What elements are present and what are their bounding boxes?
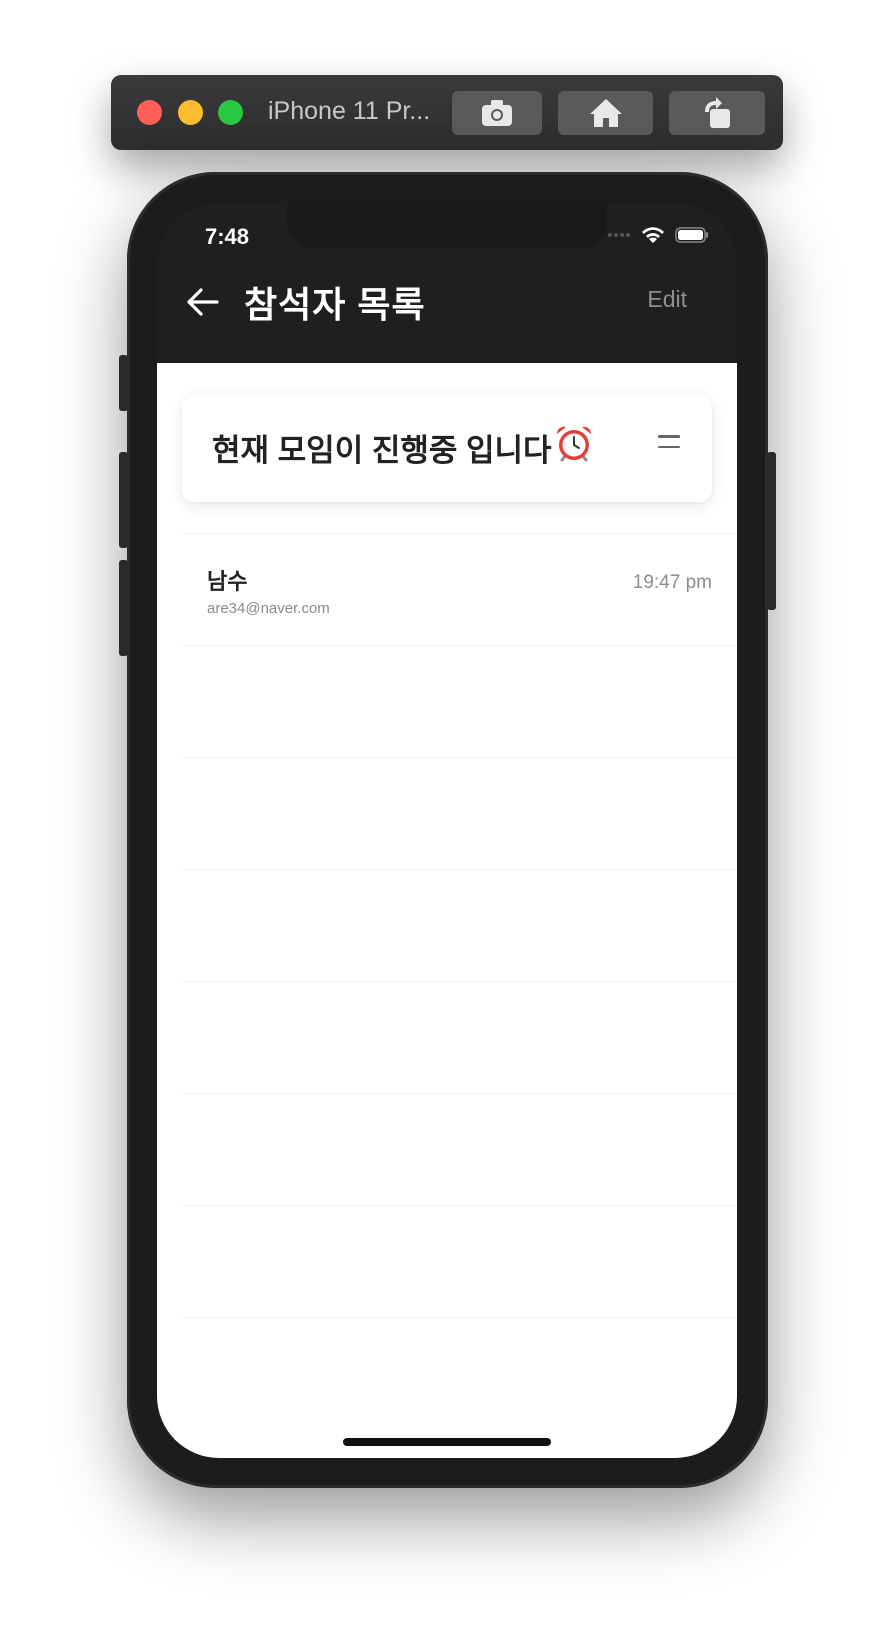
attendee-row-empty: [182, 757, 737, 869]
attendee-row-empty: [182, 869, 737, 981]
attendee-name: 남수: [207, 569, 248, 594]
volume-down-button: [119, 560, 128, 656]
power-button: [767, 452, 776, 610]
handle-line: [658, 445, 680, 448]
rotate-button[interactable]: [669, 91, 765, 135]
attendee-email: are34@naver.com: [207, 600, 330, 617]
screenshot-button[interactable]: [452, 91, 542, 135]
home-icon: [589, 99, 622, 127]
battery-icon: [675, 227, 708, 243]
page-title: 참석자 목록: [244, 284, 426, 325]
meeting-status-banner[interactable]: 현재 모임이 진행중 입니다: [182, 395, 712, 502]
signal-dots-icon: [608, 233, 630, 237]
back-arrow-icon[interactable]: [183, 282, 223, 322]
attendee-time: 19:47 pm: [632, 572, 712, 593]
camera-icon: [482, 100, 512, 126]
phone-screen: 7:48 참석자 목록 Edit 현재 모임이 진행중 입니다 남수 are34…: [157, 202, 737, 1458]
main-content: 현재 모임이 진행중 입니다 남수 are34@naver.com 19:47 …: [157, 363, 737, 1458]
home-button[interactable]: [558, 91, 653, 135]
volume-up-button: [119, 452, 128, 548]
status-icons: [607, 226, 709, 244]
attendee-list: 남수 are34@naver.com 19:47 pm: [182, 533, 737, 1318]
notch: [287, 202, 607, 248]
attendee-row-empty: [182, 981, 737, 1093]
wifi-icon: [642, 227, 664, 243]
attendee-row-empty: [182, 1205, 737, 1318]
alarm-clock-icon: [556, 426, 592, 462]
home-indicator[interactable]: [343, 1438, 551, 1446]
attendee-row-empty: [182, 1093, 737, 1205]
rotate-icon: [705, 97, 730, 128]
mute-switch: [119, 355, 128, 411]
zoom-window-button[interactable]: [218, 100, 243, 125]
meeting-status-text: 현재 모임이 진행중 입니다: [212, 433, 552, 468]
attendee-row-empty: [182, 645, 737, 757]
simulator-toolbar: iPhone 11 Pr...: [111, 75, 783, 150]
attendee-row[interactable]: 남수 are34@naver.com 19:47 pm: [182, 533, 737, 645]
close-window-button[interactable]: [137, 100, 162, 125]
handle-line: [658, 435, 680, 438]
simulator-stage: iPhone 11 Pr... 7:48 참석자 목록 Edit 현재 모임이 …: [0, 0, 894, 1638]
edit-button[interactable]: Edit: [647, 286, 687, 313]
status-time: 7:48: [205, 224, 250, 249]
simulator-title: iPhone 11 Pr...: [268, 97, 431, 125]
minimize-window-button[interactable]: [178, 100, 203, 125]
drag-handle-icon[interactable]: [658, 435, 680, 451]
